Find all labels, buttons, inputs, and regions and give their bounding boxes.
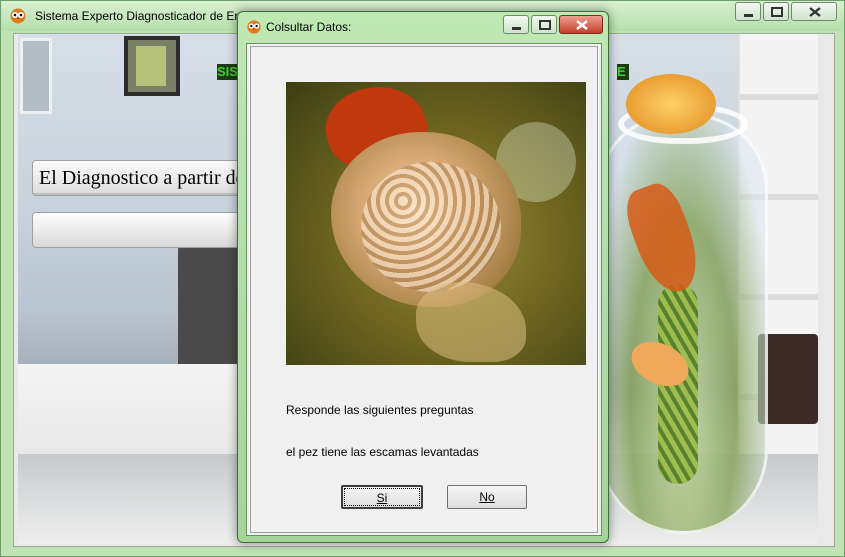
main-maximize-button[interactable] [763,2,789,21]
close-icon [809,7,821,17]
goldfish-photo [286,82,586,365]
app-heading-right: E [617,64,629,80]
minimize-icon [744,14,753,17]
maximize-icon [771,7,783,17]
dialog-title: Colsultar Datos: [266,20,352,34]
diagnosis-label: El Diagnostico a partir de los sintomas … [32,160,272,196]
close-icon [576,19,588,31]
dialog-maximize-button[interactable] [531,15,557,34]
dialog-minimize-button[interactable] [503,15,529,34]
dialog-panel: Responde las siguientes preguntas el pez… [250,46,598,533]
consult-dialog: Colsultar Datos: Responde las siguientes… [237,11,609,543]
dialog-close-button[interactable] [559,15,603,34]
yes-button[interactable]: Si [341,485,423,509]
no-button[interactable]: No [447,485,527,509]
questions-intro: Responde las siguientes preguntas [286,403,474,417]
diagnosis-result-field [32,212,272,248]
owl-app-icon [247,20,261,34]
app-heading-left: SIS [217,64,239,80]
main-close-button[interactable] [791,2,837,21]
question-text: el pez tiene las escamas levantadas [286,445,479,459]
minimize-icon [512,27,521,30]
owl-app-icon [10,8,26,24]
maximize-icon [539,20,551,30]
main-minimize-button[interactable] [735,2,761,21]
dialog-client-area: Responde las siguientes preguntas el pez… [246,43,602,536]
